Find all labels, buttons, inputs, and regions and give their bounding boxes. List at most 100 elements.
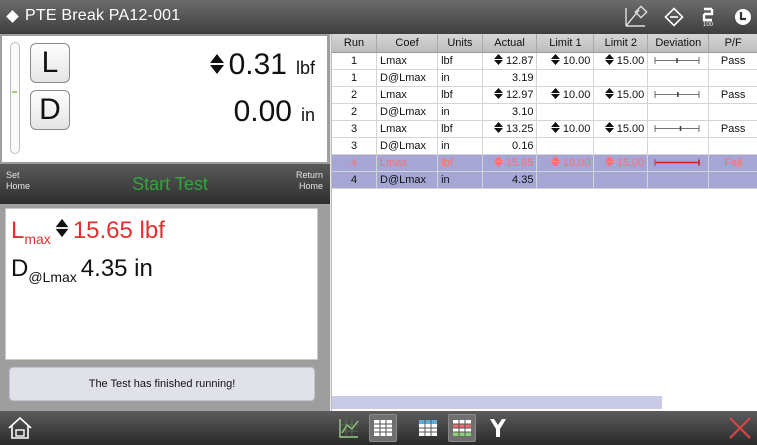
horizontal-scrollbar[interactable] <box>332 396 662 409</box>
position-slider[interactable] <box>10 42 20 154</box>
results-table: Run Coef Units Actual Limit 1 Limit 2 De… <box>332 34 757 189</box>
home-icon[interactable] <box>6 414 34 442</box>
dlmax-subscript: @Lmax <box>28 269 77 285</box>
cell-run: 3 <box>332 120 378 138</box>
graph-view-icon[interactable] <box>335 414 363 442</box>
table-row[interactable]: 3 Lmax lbf 13.25 10.00 15.00 Pass <box>332 120 757 138</box>
column-header-run[interactable]: Run <box>332 34 378 53</box>
cell-coef: Lmax <box>376 52 439 70</box>
cell-pf <box>708 103 757 121</box>
up-down-arrow-icon <box>550 88 560 99</box>
start-test-button[interactable]: Start Test <box>60 166 280 202</box>
actual-value: 3.10 <box>512 105 534 118</box>
return-home-button[interactable]: Return Home <box>296 170 323 192</box>
displacement-axis-button[interactable]: D <box>30 90 70 130</box>
load-axis-button[interactable]: L <box>30 43 70 83</box>
limit1-value: 10.00 <box>562 123 591 135</box>
cell-pf <box>708 69 757 87</box>
cell-deviation <box>647 171 710 189</box>
deviation-indicator <box>654 91 700 98</box>
close-icon[interactable] <box>726 414 754 442</box>
cell-coef: D@Lmax <box>376 137 439 155</box>
color-grid-icon[interactable] <box>448 414 476 442</box>
table-view-icon[interactable] <box>369 414 397 442</box>
column-header-limit2[interactable]: Limit 2 <box>593 34 649 53</box>
test-result-panel: L max 15.65 lbf D @Lmax 4.35 in <box>5 208 318 360</box>
column-header-limit1[interactable]: Limit 1 <box>536 34 595 53</box>
limit2-value: 15.00 <box>616 89 645 101</box>
column-header-coef[interactable]: Coef <box>376 34 439 53</box>
column-header-units[interactable]: Units <box>437 34 483 53</box>
cell-pf: Pass <box>708 120 757 138</box>
up-down-arrow-icon <box>550 156 560 167</box>
column-header-deviation[interactable]: Deviation <box>647 34 710 53</box>
lmax-subscript: max <box>24 231 51 247</box>
cell-limit2: 15.00 <box>593 86 649 104</box>
table-row[interactable]: 4 D@Lmax in 4.35 <box>332 171 757 189</box>
actual-value: 3.19 <box>512 71 534 84</box>
table-row[interactable]: 4 Lmax lbf 15.65 10.00 15.00 Fail <box>332 154 757 172</box>
cell-deviation <box>647 86 710 104</box>
zero-icon[interactable] <box>661 4 687 30</box>
column-header-actual[interactable]: Actual <box>482 34 538 53</box>
displacement-unit: in <box>300 105 315 125</box>
timer-icon[interactable] <box>733 4 753 30</box>
column-header-pf[interactable]: P/F <box>708 34 757 53</box>
up-down-arrow-icon <box>604 54 614 65</box>
dlmax-value: 4.35 in <box>80 255 153 282</box>
status-message: The Test has finished running! <box>9 367 315 401</box>
filter-icon[interactable] <box>484 414 512 442</box>
actual-value: 12.87 <box>505 55 534 67</box>
cell-coef: Lmax <box>376 120 439 138</box>
cell-limit1 <box>536 137 595 155</box>
cell-units: lbf <box>437 86 483 104</box>
menu-diamond-icon[interactable] <box>6 9 19 23</box>
table-row[interactable]: 2 Lmax lbf 12.97 10.00 15.00 Pass <box>332 86 757 104</box>
up-down-arrow-icon <box>604 156 614 167</box>
displacement-reading: 0.00 in <box>234 95 315 129</box>
deviation-indicator <box>654 57 700 64</box>
cell-units: in <box>437 103 483 121</box>
cell-run: 2 <box>332 86 378 104</box>
actual-value: 12.97 <box>505 89 534 101</box>
table-row[interactable]: 2 D@Lmax in 3.10 <box>332 103 757 121</box>
up-down-arrow-icon <box>55 218 69 238</box>
cell-actual: 3.19 <box>482 69 538 87</box>
table-row[interactable]: 3 D@Lmax in 0.16 <box>332 137 757 155</box>
set-home-button[interactable]: Set Home <box>6 170 30 192</box>
cell-units: lbf <box>437 120 483 138</box>
calibrate-icon[interactable] <box>621 4 651 30</box>
cell-deviation <box>647 120 710 138</box>
cell-units: in <box>437 69 483 87</box>
cell-actual: 15.65 <box>482 154 538 172</box>
cell-units: in <box>437 137 483 155</box>
cell-limit2 <box>593 171 649 189</box>
cell-limit1 <box>536 69 595 87</box>
cell-deviation <box>647 103 710 121</box>
cell-pf: Pass <box>708 86 757 104</box>
return-home-label-2: Home <box>298 181 323 191</box>
cell-limit2: 15.00 <box>593 52 649 70</box>
table-row[interactable]: 1 D@Lmax in 3.19 <box>332 69 757 87</box>
cell-coef: D@Lmax <box>376 171 439 189</box>
cell-pf: Pass <box>708 52 757 70</box>
data-grid-icon[interactable] <box>414 414 442 442</box>
load-unit: lbf <box>295 58 315 78</box>
cell-deviation <box>647 137 710 155</box>
table-row[interactable]: 1 Lmax lbf 12.87 10.00 15.00 Pass <box>332 52 757 70</box>
gauge-icon[interactable]: 100 <box>697 4 719 30</box>
cell-run: 4 <box>332 154 378 172</box>
load-value: 0.31 <box>228 48 287 81</box>
limit2-value: 15.00 <box>616 55 645 67</box>
cell-limit2: 15.00 <box>593 120 649 138</box>
up-down-arrow-icon <box>209 54 224 74</box>
set-home-label-2: Home <box>6 181 31 191</box>
title-bar: PTE Break PA12-001 100 <box>0 0 757 34</box>
cell-run: 4 <box>332 171 378 189</box>
cell-limit1 <box>536 171 595 189</box>
up-down-arrow-icon <box>604 88 614 99</box>
cell-coef: Lmax <box>376 154 439 172</box>
app-window: PTE Break PA12-001 100 L 0.31 lbf D 0.00… <box>0 0 757 445</box>
lmax-result: L max 15.65 lbf <box>11 217 165 247</box>
lmax-label: L <box>11 217 25 244</box>
